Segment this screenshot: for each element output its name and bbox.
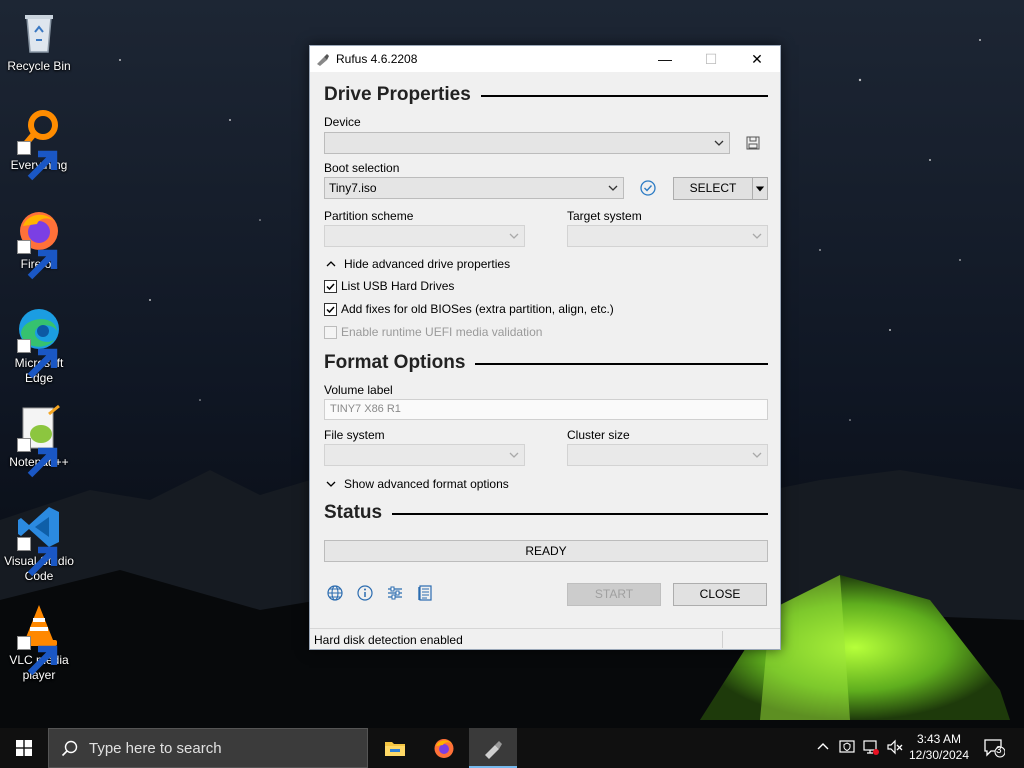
- cluster-size-dropdown[interactable]: [567, 444, 768, 466]
- desktop-icon-edge[interactable]: Microsoft Edge: [2, 305, 76, 386]
- shortcut-arrow-icon: [17, 537, 58, 577]
- desktop-icon-firefox[interactable]: Firefox: [2, 206, 76, 280]
- clock-date: 12/30/2024: [908, 748, 970, 762]
- everything-search-icon: [15, 107, 63, 181]
- clock-time: 3:43 AM: [916, 732, 962, 746]
- file-explorer-icon: [385, 742, 405, 756]
- status-progress-bar: READY: [324, 540, 768, 562]
- taskbar: Type here to search 3:43 AM 12/30/2024 3: [0, 728, 1024, 768]
- target-system-dropdown[interactable]: [567, 225, 768, 247]
- status-bar-divider: [722, 631, 723, 648]
- notification-count: 3: [996, 745, 1002, 756]
- rufus-window: Rufus 4.6.2208 — ☐ ✕ Drive Properties De…: [309, 45, 781, 650]
- volume-muted-icon[interactable]: [886, 738, 904, 756]
- status-heading: Status: [324, 502, 768, 526]
- boot-selection-dropdown[interactable]: Tiny7.iso: [324, 177, 624, 199]
- shortcut-arrow-icon: [17, 240, 58, 280]
- info-icon[interactable]: [356, 584, 374, 602]
- search-placeholder: Type here to search: [89, 740, 222, 757]
- vscode-icon: [15, 503, 63, 577]
- chevron-up-icon: [326, 261, 336, 267]
- taskbar-firefox[interactable]: [420, 728, 468, 768]
- taskbar-file-explorer[interactable]: [371, 728, 419, 768]
- status-progress-text: READY: [525, 544, 567, 558]
- log-icon[interactable]: [416, 584, 434, 602]
- vlc-icon: [15, 602, 63, 676]
- globe-icon[interactable]: [326, 584, 344, 602]
- minimize-button[interactable]: —: [642, 46, 688, 72]
- checkmark-icon: [326, 283, 335, 291]
- firefox-icon: [434, 739, 454, 758]
- search-icon: [61, 740, 78, 757]
- rufus-icon: [315, 52, 329, 66]
- recycle-bin-icon: [15, 8, 63, 56]
- volume-label-input[interactable]: TINY7 X86 R1: [324, 399, 768, 420]
- taskbar-rufus[interactable]: [469, 728, 517, 768]
- verify-checksum-icon[interactable]: [639, 179, 657, 197]
- network-icon[interactable]: [862, 738, 880, 756]
- shortcut-arrow-icon: [17, 339, 58, 379]
- format-options-heading: Format Options: [324, 352, 768, 376]
- select-dropdown-button[interactable]: [752, 177, 768, 200]
- file-system-dropdown[interactable]: [324, 444, 525, 466]
- chevron-down-icon: [608, 185, 618, 191]
- chevron-down-icon: [509, 233, 519, 239]
- drive-properties-heading: Drive Properties: [324, 84, 768, 108]
- partition-scheme-label: Partition scheme: [324, 209, 414, 223]
- start-button-windows[interactable]: [0, 728, 48, 768]
- file-system-label: File system: [324, 428, 385, 442]
- settings-sliders-icon[interactable]: [386, 584, 404, 602]
- chevron-up-icon[interactable]: [814, 738, 832, 756]
- volume-label-label: Volume label: [324, 383, 393, 397]
- checkmark-icon: [326, 306, 335, 314]
- taskbar-clock[interactable]: 3:43 AM 12/30/2024: [904, 731, 974, 763]
- device-dropdown[interactable]: [324, 132, 730, 154]
- taskbar-search-box[interactable]: Type here to search: [48, 728, 368, 768]
- status-bar: Hard disk detection enabled: [310, 628, 780, 649]
- edge-icon: [15, 305, 63, 379]
- desktop-icon-everything[interactable]: Everything: [2, 107, 76, 181]
- maximize-button[interactable]: ☐: [688, 46, 734, 72]
- boot-selection-value: Tiny7.iso: [329, 181, 377, 195]
- target-system-label: Target system: [567, 209, 642, 223]
- chevron-down-icon: [509, 452, 519, 458]
- notification-center-button[interactable]: 3: [983, 738, 1006, 758]
- title-bar[interactable]: Rufus 4.6.2208 — ☐ ✕: [310, 46, 780, 72]
- close-window-button[interactable]: ✕: [734, 46, 780, 72]
- boot-selection-label: Boot selection: [324, 161, 400, 175]
- desktop-icon-recycle-bin[interactable]: Recycle Bin: [2, 8, 76, 74]
- cluster-size-label: Cluster size: [567, 428, 630, 442]
- window-title: Rufus 4.6.2208: [336, 52, 418, 66]
- desktop-icon-notepadpp[interactable]: Notepad++: [2, 404, 76, 478]
- security-icon[interactable]: [838, 738, 856, 756]
- notepadpp-icon: [15, 404, 63, 478]
- shortcut-arrow-icon: [17, 438, 58, 478]
- device-label: Device: [324, 115, 361, 129]
- firefox-icon: [15, 206, 63, 280]
- desktop-icons: Recycle Bin Everything Firefox Microsoft…: [0, 0, 80, 728]
- desktop-icon-vscode[interactable]: Visual Studio Code: [2, 503, 76, 584]
- caret-down-icon: [755, 186, 765, 192]
- status-bar-text: Hard disk detection enabled: [314, 633, 463, 647]
- shortcut-arrow-icon: [17, 636, 58, 676]
- close-button[interactable]: CLOSE: [673, 583, 767, 606]
- chevron-down-icon: [326, 481, 336, 487]
- save-drive-icon[interactable]: [744, 134, 762, 152]
- rufus-icon: [485, 741, 502, 759]
- partition-scheme-dropdown[interactable]: [324, 225, 525, 247]
- start-button[interactable]: START: [567, 583, 661, 606]
- windows-logo-icon: [16, 740, 32, 756]
- desktop-icon-label: Recycle Bin: [7, 59, 71, 73]
- chevron-down-icon: [752, 452, 762, 458]
- chevron-down-icon: [752, 233, 762, 239]
- select-button[interactable]: SELECT: [673, 177, 753, 200]
- desktop-icon-vlc[interactable]: VLC media player: [2, 602, 76, 683]
- shortcut-arrow-icon: [17, 141, 58, 181]
- chevron-down-icon: [714, 140, 724, 146]
